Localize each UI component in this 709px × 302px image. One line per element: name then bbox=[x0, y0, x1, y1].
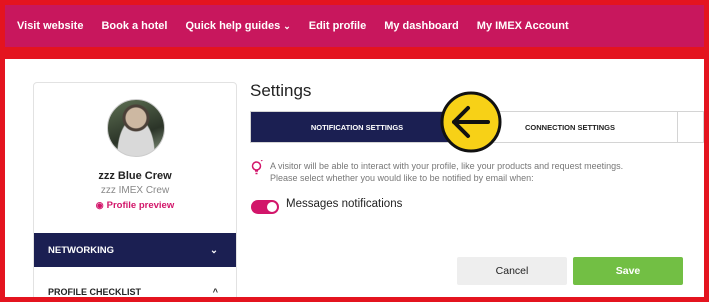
profile-company: zzz IMEX Crew bbox=[100, 185, 170, 196]
save-button[interactable]: Save bbox=[573, 257, 683, 285]
info-line: Please select whether you would like to … bbox=[270, 173, 534, 183]
info-line: A visitor will be able to interact with … bbox=[270, 161, 624, 171]
sidebar-item-profile-checklist[interactable]: PROFILE CHECKLIST ^ bbox=[34, 277, 236, 297]
notification-info-text: A visitor will be able to interact with … bbox=[270, 160, 690, 184]
sidebar-networking-label: NETWORKING bbox=[48, 244, 114, 256]
nav-quick-help-label: Quick help guides bbox=[185, 20, 281, 32]
lightbulb-icon bbox=[251, 160, 263, 175]
eye-icon: ◉ bbox=[95, 200, 104, 210]
highlight-border bbox=[5, 47, 704, 59]
chevron-down-icon: ⌄ bbox=[283, 21, 291, 31]
page-frame: Visit website Book a hotel Quick help gu… bbox=[5, 5, 704, 297]
messages-notifications-label: Messages notifications bbox=[286, 198, 403, 210]
cancel-button[interactable]: Cancel bbox=[457, 257, 567, 285]
sidebar-item-networking[interactable]: NETWORKING ⌄ bbox=[34, 233, 236, 267]
nav-edit-profile[interactable]: Edit profile bbox=[309, 20, 366, 32]
main-page: zzz Blue Crew zzz IMEX Crew ◉ Profile pre… bbox=[5, 59, 704, 297]
profile-preview-link[interactable]: ◉ Profile preview bbox=[34, 200, 236, 211]
profile-preview-label: Profile preview bbox=[106, 200, 175, 211]
nav-quick-help-guides[interactable]: Quick help guides ⌄ bbox=[185, 20, 290, 32]
profile-name: zzz Blue Crew bbox=[98, 170, 172, 182]
nav-my-imex-account[interactable]: My IMEX Account bbox=[477, 20, 569, 32]
sidebar-checklist-label: PROFILE CHECKLIST bbox=[48, 287, 142, 297]
profile-card: zzz Blue Crew zzz IMEX Crew ◉ Profile pre… bbox=[33, 82, 237, 297]
messages-notifications-toggle[interactable] bbox=[251, 200, 279, 214]
chevron-up-icon: ^ bbox=[212, 287, 218, 297]
toggle-knob bbox=[267, 202, 277, 212]
avatar bbox=[107, 99, 165, 157]
chevron-down-icon: ⌄ bbox=[210, 244, 218, 256]
nav-visit-website[interactable]: Visit website bbox=[17, 20, 83, 32]
nav-my-dashboard[interactable]: My dashboard bbox=[384, 20, 459, 32]
page-title: Settings bbox=[250, 81, 312, 100]
top-navigation: Visit website Book a hotel Quick help gu… bbox=[5, 5, 704, 47]
tab-more[interactable] bbox=[678, 112, 703, 142]
back-arrow-icon bbox=[440, 91, 502, 153]
tab-notification-settings[interactable]: NOTIFICATION SETTINGS bbox=[251, 112, 463, 142]
nav-book-hotel[interactable]: Book a hotel bbox=[101, 20, 167, 32]
